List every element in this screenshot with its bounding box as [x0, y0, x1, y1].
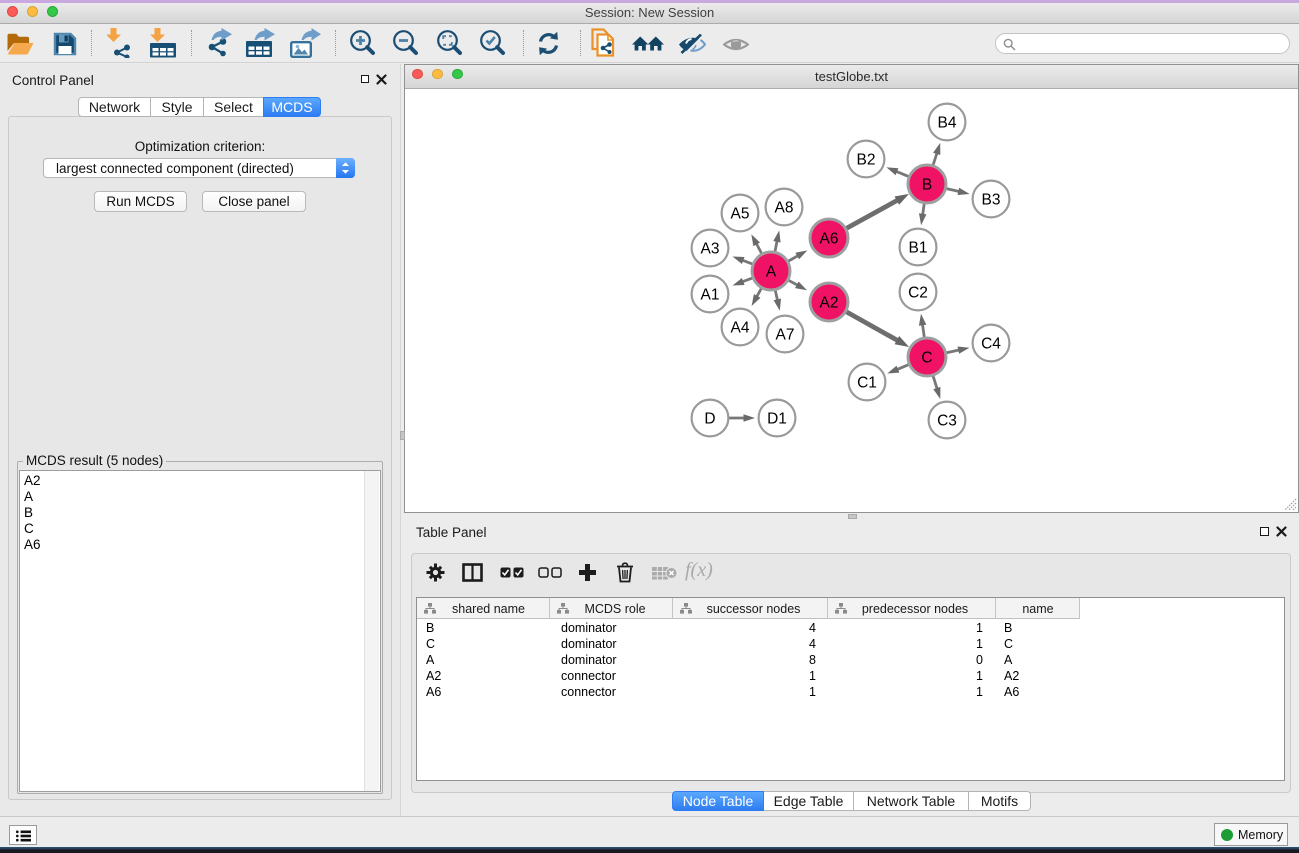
svg-text:D: D	[704, 411, 715, 428]
svg-text:B: B	[922, 177, 932, 194]
svg-text:A3: A3	[701, 241, 720, 258]
svg-text:A6: A6	[820, 231, 839, 248]
svg-text:B4: B4	[938, 115, 957, 132]
svg-text:A1: A1	[701, 287, 720, 304]
svg-text:A7: A7	[776, 327, 795, 344]
svg-text:A8: A8	[775, 200, 794, 217]
svg-text:A: A	[766, 264, 777, 281]
svg-text:B3: B3	[982, 192, 1001, 209]
svg-text:B1: B1	[909, 240, 928, 257]
svg-text:C3: C3	[937, 413, 957, 430]
svg-text:C: C	[921, 350, 932, 367]
svg-text:C4: C4	[981, 336, 1001, 353]
svg-text:C2: C2	[908, 285, 928, 302]
svg-text:A5: A5	[731, 206, 750, 223]
svg-text:C1: C1	[857, 375, 877, 392]
svg-text:B2: B2	[857, 152, 876, 169]
svg-text:A4: A4	[731, 320, 750, 337]
svg-text:A2: A2	[820, 295, 839, 312]
svg-text:D1: D1	[767, 411, 787, 428]
